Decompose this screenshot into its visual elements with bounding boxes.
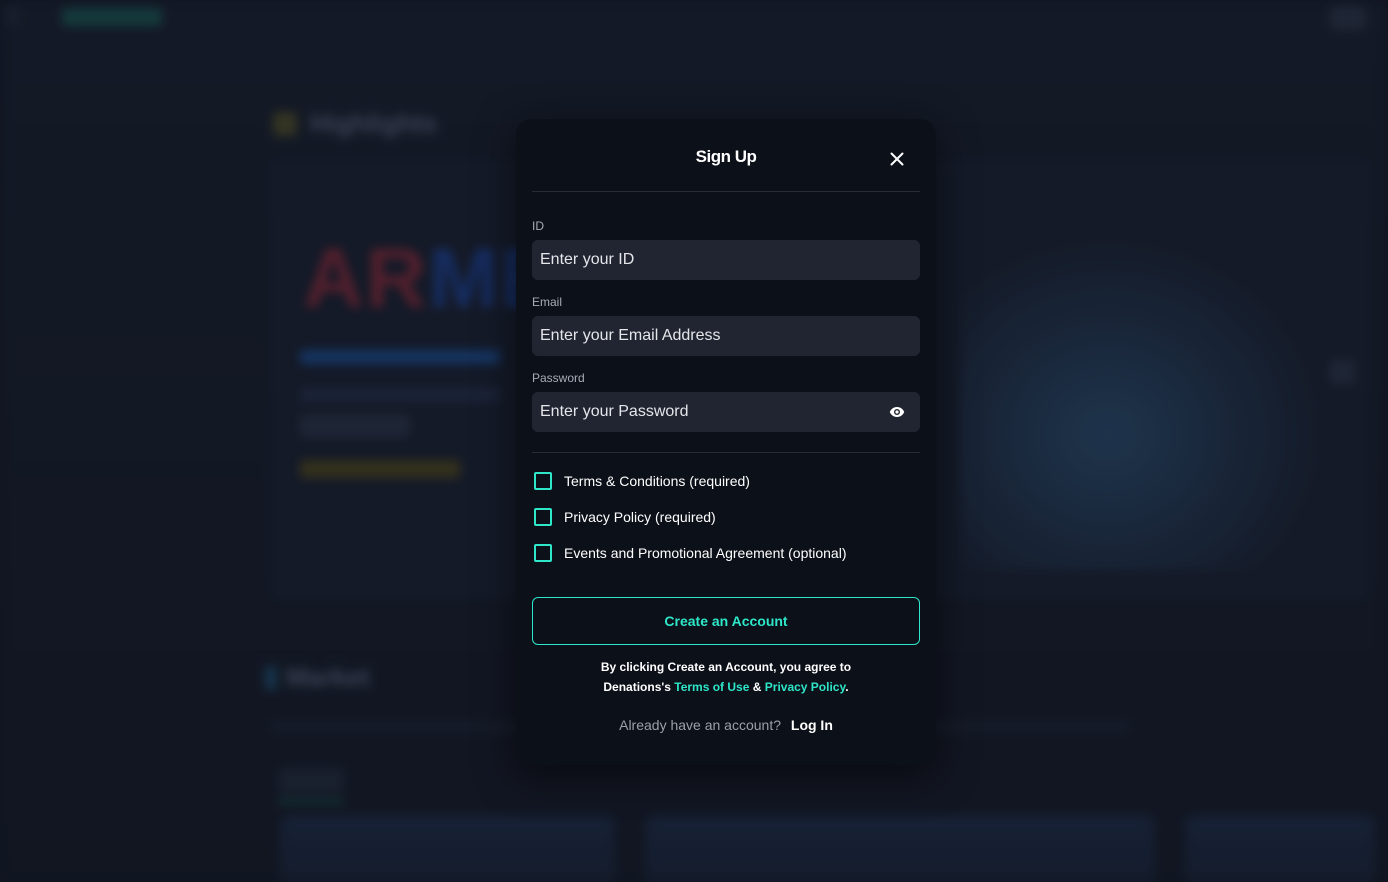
show-password-button[interactable] <box>889 405 905 419</box>
email-input[interactable] <box>532 316 920 356</box>
promo-checkbox-row[interactable]: Events and Promotional Agreement (option… <box>534 543 847 563</box>
promo-label: Events and Promotional Agreement (option… <box>564 545 847 561</box>
signup-modal: Sign Up ID Email Password Terms & Condit… <box>516 119 936 765</box>
legal-suffix: . <box>845 680 849 694</box>
legal-line-2: Denations's Terms of Use & Privacy Polic… <box>532 677 920 697</box>
modal-header: Sign Up <box>532 119 920 192</box>
privacy-checkbox[interactable] <box>534 508 552 526</box>
legal-line-1: By clicking Create an Account, you agree… <box>600 660 852 674</box>
privacy-policy-link[interactable]: Privacy Policy <box>765 680 846 694</box>
promo-checkbox[interactable] <box>534 544 552 562</box>
modal-title: Sign Up <box>695 147 757 166</box>
legal-prefix: Denations's <box>603 680 671 694</box>
terms-of-use-link[interactable]: Terms of Use <box>674 680 749 694</box>
id-field-container <box>532 240 920 280</box>
password-field-container <box>532 392 920 432</box>
login-question: Already have an account? <box>619 717 781 733</box>
terms-checkbox-row[interactable]: Terms & Conditions (required) <box>534 471 750 491</box>
close-button[interactable] <box>886 148 908 170</box>
id-label: ID <box>532 219 544 233</box>
privacy-checkbox-row[interactable]: Privacy Policy (required) <box>534 507 716 527</box>
login-prompt: Already have an account? Log In <box>532 717 920 733</box>
close-icon <box>890 152 904 166</box>
email-label: Email <box>532 295 563 309</box>
terms-checkbox[interactable] <box>534 472 552 490</box>
terms-label: Terms & Conditions (required) <box>564 473 750 489</box>
privacy-label: Privacy Policy (required) <box>564 509 716 525</box>
eye-icon <box>889 407 905 417</box>
email-field-container <box>532 316 920 356</box>
section-divider <box>532 452 920 453</box>
legal-amp: & <box>752 680 762 694</box>
login-link[interactable]: Log In <box>791 717 833 733</box>
password-input[interactable] <box>532 392 920 432</box>
create-account-button[interactable]: Create an Account <box>532 597 920 645</box>
id-input[interactable] <box>532 240 920 280</box>
legal-notice: By clicking Create an Account, you agree… <box>532 657 920 697</box>
password-label: Password <box>532 371 585 385</box>
